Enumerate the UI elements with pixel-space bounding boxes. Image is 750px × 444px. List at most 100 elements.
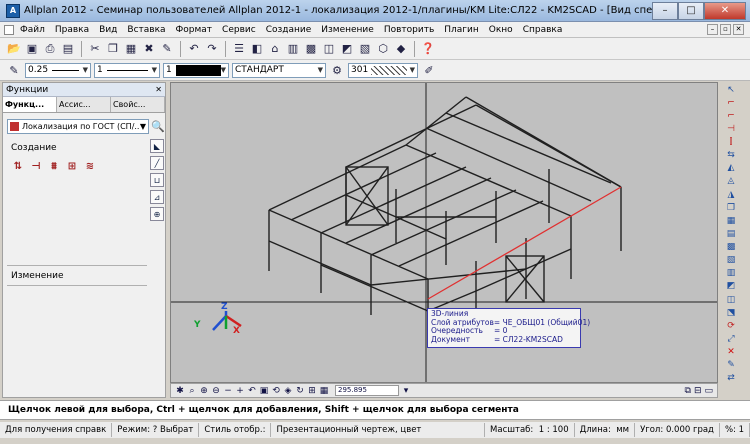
status-length[interactable]: Длина: мм	[575, 423, 636, 437]
panel-close-icon[interactable]: ✕	[155, 85, 162, 94]
shape-tool-icon[interactable]: ◭	[724, 163, 739, 174]
layout-icon[interactable]: ▥	[724, 268, 739, 279]
orbit-icon[interactable]: ↻	[295, 386, 305, 396]
coordinate-field[interactable]: 295.895	[335, 385, 399, 396]
status-drawing-type[interactable]: Презентационный чертеж, цвет	[271, 423, 486, 437]
zoom-in-icon[interactable]: ⊕	[199, 386, 209, 396]
selected-3d-line[interactable]	[427, 186, 622, 300]
format-painter-icon[interactable]: ✎	[159, 41, 175, 57]
layer-icon[interactable]: ☰	[231, 41, 247, 57]
color-select[interactable]: 1 ▼	[163, 62, 229, 78]
align-tool-icon[interactable]: ⊿	[150, 190, 164, 204]
menu-change[interactable]: Изменение	[316, 25, 379, 35]
menu-repeat[interactable]: Повторить	[379, 25, 439, 35]
minimize-button[interactable]: –	[652, 1, 678, 20]
doc-close-icon[interactable]: ✕	[733, 24, 744, 35]
print-preview-icon[interactable]: ▤	[60, 41, 76, 57]
array-icon[interactable]: ▤	[724, 228, 739, 239]
rotate-object-icon[interactable]: ⟳	[724, 320, 739, 331]
scad-export-icon[interactable]: ≋	[83, 159, 97, 173]
view-box-icon[interactable]: ▣	[259, 386, 269, 396]
menu-view[interactable]: Вид	[94, 25, 122, 35]
layer-select[interactable]: СТАНДАРТ ▼	[232, 62, 326, 78]
building-structure-icon[interactable]: ⌂	[267, 41, 283, 57]
pen-icon[interactable]: ✎	[6, 62, 22, 78]
block-icon[interactable]: ▩	[724, 242, 739, 253]
format-properties-icon[interactable]: ✐	[421, 62, 437, 78]
match-properties-icon[interactable]: ⇄	[724, 373, 739, 384]
slope-tool-icon[interactable]: ◣	[150, 139, 164, 153]
section-view-icon[interactable]: ⊞	[307, 386, 317, 396]
mirror-icon[interactable]: ⇆	[724, 150, 739, 161]
scale-object-icon[interactable]: ⤢	[724, 333, 739, 344]
tab-assistants[interactable]: Асcис...	[57, 97, 111, 112]
stretch-icon[interactable]: ⫿	[724, 137, 739, 148]
delete-object-icon[interactable]: ✕	[724, 347, 739, 358]
copy-object-icon[interactable]: ❐	[724, 202, 739, 213]
menu-window[interactable]: Окно	[484, 25, 518, 35]
delete-icon[interactable]: ✖	[141, 41, 157, 57]
tab-properties[interactable]: Свойс...	[111, 97, 165, 112]
previous-view-icon[interactable]: ↶	[247, 386, 257, 396]
close-button[interactable]: ✕	[704, 1, 746, 20]
diagonal-line-icon[interactable]: ╱	[150, 156, 164, 170]
help-pointer-icon[interactable]: ❓	[420, 41, 436, 57]
triangle-tool-icon[interactable]: ◬	[724, 176, 739, 187]
column-tool-icon[interactable]: ⇅	[11, 159, 25, 173]
menu-create[interactable]: Создание	[261, 25, 317, 35]
pen-thickness-select[interactable]: 0.25 ▼	[25, 62, 91, 78]
snap-star-icon[interactable]: ✱	[175, 386, 185, 396]
open-icon[interactable]: 📂	[6, 41, 22, 57]
copy-icon[interactable]: ❐	[105, 41, 121, 57]
modify-corner-icon[interactable]: ⌐	[724, 110, 739, 121]
display-icon[interactable]: ◫	[321, 41, 337, 57]
status-scale[interactable]: Масштаб: 1 : 100	[485, 423, 575, 437]
modify-line-icon[interactable]: ⌐	[724, 97, 739, 108]
view-3d-icon[interactable]: ⬡	[375, 41, 391, 57]
window-tile-icon[interactable]: ⊟	[694, 386, 702, 396]
paste-icon[interactable]: ▦	[123, 41, 139, 57]
brace-tool-icon[interactable]: ⩩	[47, 159, 61, 173]
model-viewport[interactable]: Z Y X 3D-линия Слой атрибутов = ЧЕ_ОБЩ01 …	[170, 82, 718, 383]
isometric-view-icon[interactable]: ◈	[283, 386, 293, 396]
layer-visibility-icon[interactable]: ◧	[249, 41, 265, 57]
drawing-files-icon[interactable]: ▥	[285, 41, 301, 57]
line-type-select[interactable]: 1 ▼	[94, 62, 160, 78]
group-icon[interactable]: ▧	[724, 255, 739, 266]
object-manager-icon[interactable]: ▧	[357, 41, 373, 57]
plot-layout-icon[interactable]: ▩	[303, 41, 319, 57]
hatch-select[interactable]: 301 ▼	[348, 62, 418, 78]
view-settings-icon[interactable]: ▭	[704, 386, 713, 396]
pipette-icon[interactable]: ✎	[724, 360, 739, 371]
mode-value[interactable]: ? Выбрат	[153, 425, 194, 435]
menu-help[interactable]: Справка	[518, 25, 568, 35]
rotate-view-icon[interactable]: ⟲	[271, 386, 281, 396]
menu-format[interactable]: Формат	[171, 25, 218, 35]
extend-icon[interactable]: ⊣	[724, 123, 739, 134]
print-icon[interactable]: ⎙	[42, 41, 58, 57]
cube-icon[interactable]: ◆	[393, 41, 409, 57]
connection-tool-icon[interactable]: ⊞	[65, 159, 79, 173]
cut-icon[interactable]: ✂	[87, 41, 103, 57]
status-angle[interactable]: Угол: 0.000 град	[635, 423, 720, 437]
binoculars-icon[interactable]: 🔍	[151, 120, 165, 133]
allplan-app-icon[interactable]: A	[6, 3, 20, 18]
menu-service[interactable]: Сервис	[217, 25, 261, 35]
doc-minimize-icon[interactable]: –	[707, 24, 718, 35]
snap-target-icon[interactable]: ⊕	[150, 207, 164, 221]
menu-insert[interactable]: Вставка	[122, 25, 170, 35]
maximize-button[interactable]: □	[678, 1, 704, 20]
save-icon[interactable]: ▣	[24, 41, 40, 57]
palette-icon[interactable]: ◩	[339, 41, 355, 57]
prism-icon[interactable]: ◮	[724, 189, 739, 200]
select-icon[interactable]: ◩	[724, 281, 739, 292]
doc-restore-icon[interactable]: ▫	[720, 24, 731, 35]
localization-select[interactable]: Локализация по ГОСТ (СП/... ▼	[7, 119, 149, 134]
attributes-icon[interactable]: ◫	[724, 294, 739, 305]
transform-icon[interactable]: ⬔	[724, 307, 739, 318]
pan-left-icon[interactable]: −	[223, 386, 233, 396]
pan-icon[interactable]: +	[235, 386, 245, 396]
menu-file[interactable]: Файл	[15, 25, 50, 35]
tab-functions[interactable]: Функц...	[3, 97, 57, 112]
menu-plugin[interactable]: Плагин	[439, 25, 484, 35]
